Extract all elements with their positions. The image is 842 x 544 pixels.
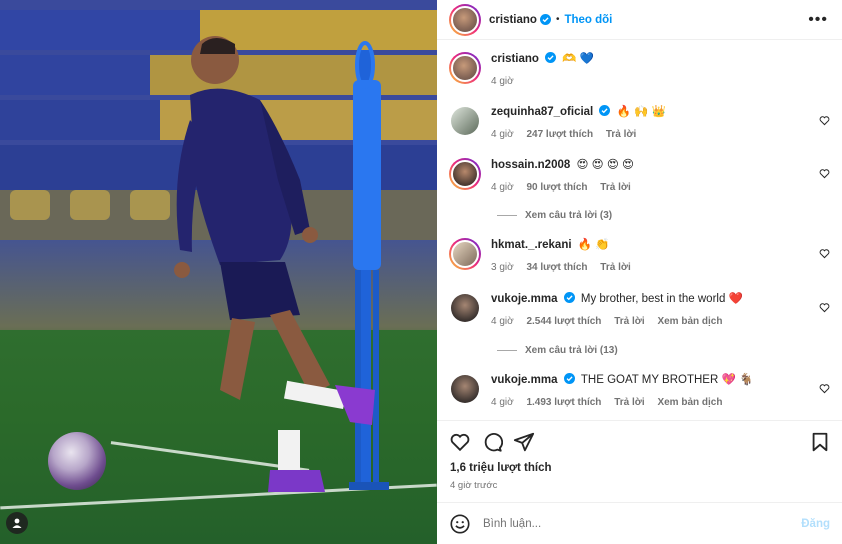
avatar[interactable] [451, 107, 479, 135]
comment: vukoje.mma My brother, best in the world… [449, 292, 830, 327]
verified-icon [539, 14, 551, 25]
avatar[interactable] [451, 54, 479, 82]
comment-likes[interactable]: 34 lượt thích [526, 262, 587, 273]
post-header: cristiano • Theo dõi ••• [437, 0, 842, 40]
heart-icon[interactable] [819, 383, 830, 394]
comment-time[interactable]: 4 giờ [491, 397, 514, 408]
post-photo[interactable] [0, 0, 437, 544]
action-bar [437, 420, 842, 460]
caption-time[interactable]: 4 giờ [491, 76, 514, 87]
caption: cristiano 🫶 💙 4 giờ [449, 52, 830, 87]
reply-button[interactable]: Trả lời [600, 262, 630, 273]
reply-button[interactable]: Trả lời [614, 316, 644, 327]
heart-icon[interactable] [819, 168, 830, 179]
caption-text: 🫶 💙 [562, 53, 595, 65]
bookmark-icon[interactable] [809, 431, 831, 453]
more-options-button[interactable]: ••• [808, 11, 828, 29]
share-icon[interactable] [513, 431, 535, 453]
comment-text: THE GOAT MY BROTHER 💖 🐐 [580, 374, 754, 386]
story-ring[interactable] [449, 3, 481, 36]
tagged-users-button[interactable] [6, 512, 28, 534]
comment-username[interactable]: hossain.n2008 [491, 159, 570, 171]
post-detail-panel: cristiano • Theo dõi ••• cristiano 🫶 💙 4… [437, 0, 842, 544]
heart-icon[interactable] [449, 431, 471, 453]
view-replies-label: Xem câu trả lời (13) [525, 345, 618, 356]
more-horizontal-icon: ••• [808, 11, 828, 28]
verified-icon [599, 105, 611, 116]
comment-username[interactable]: vukoje.mma [491, 293, 557, 305]
separator-dot: • [555, 14, 560, 25]
avatar[interactable] [451, 375, 479, 403]
verified-icon [545, 52, 557, 63]
comment-likes[interactable]: 1.493 lượt thích [526, 397, 601, 408]
comment-text: 😍 😍 😍 😍 [576, 159, 635, 171]
comment-username[interactable]: hkmat._.rekani [491, 239, 572, 251]
football [48, 432, 106, 490]
verified-icon [563, 373, 575, 384]
reply-button[interactable]: Trả lời [614, 397, 644, 408]
avatar[interactable] [451, 294, 479, 322]
heart-icon[interactable] [819, 248, 830, 259]
caption-username[interactable]: cristiano [491, 53, 539, 65]
avatar[interactable] [451, 240, 479, 268]
comment-likes[interactable]: 2.544 lượt thích [526, 316, 601, 327]
comments-list[interactable]: cristiano 🫶 💙 4 giờ zequinha87_oficial 🔥… [437, 41, 842, 420]
story-ring[interactable] [449, 238, 481, 270]
comment-text: 🔥 🙌 👑 [616, 106, 667, 118]
comment: vukoje.mma THE GOAT MY BROTHER 💖 🐐 4 giờ… [449, 373, 830, 408]
comment-username[interactable]: vukoje.mma [491, 374, 557, 386]
follow-button[interactable]: Theo dõi [564, 14, 612, 26]
comment-time[interactable]: 4 giờ [491, 129, 514, 140]
comment-time[interactable]: 3 giờ [491, 262, 514, 273]
comment: hossain.n2008 😍 😍 😍 😍 4 giờ 90 lượt thíc… [449, 158, 830, 193]
view-replies-label: Xem câu trả lời (3) [525, 210, 613, 221]
avatar[interactable] [451, 160, 479, 188]
comment-time[interactable]: 4 giờ [491, 182, 514, 193]
translate-button[interactable]: Xem bản dịch [657, 397, 722, 408]
comment-text: 🔥 👏 [577, 239, 610, 251]
likes-count[interactable]: 1,6 triệu lượt thích [450, 462, 552, 474]
divider [497, 350, 517, 351]
comment: hkmat._.rekani 🔥 👏 3 giờ 34 lượt thích T… [449, 238, 830, 273]
user-icon [12, 518, 22, 528]
post-time[interactable]: 4 giờ trước [450, 480, 497, 491]
comment: zequinha87_oficial 🔥 🙌 👑 4 giờ 247 lượt … [449, 105, 830, 140]
view-replies-button[interactable]: Xem câu trả lời (13) [497, 345, 618, 356]
reply-button[interactable]: Trả lời [600, 182, 630, 193]
comment-likes[interactable]: 90 lượt thích [526, 182, 587, 193]
comment-time[interactable]: 4 giờ [491, 316, 514, 327]
avatar[interactable] [451, 5, 479, 34]
comment-icon[interactable] [481, 431, 503, 453]
author-username[interactable]: cristiano [489, 14, 537, 26]
view-replies-button[interactable]: Xem câu trả lời (3) [497, 210, 612, 221]
comment-input[interactable] [483, 517, 802, 530]
story-ring[interactable] [449, 158, 481, 190]
heart-icon[interactable] [819, 115, 830, 126]
player-figure [174, 36, 375, 492]
verified-icon [563, 292, 575, 303]
divider [497, 215, 517, 216]
comment-username[interactable]: zequinha87_oficial [491, 106, 593, 118]
comment-composer: Đăng [437, 502, 842, 544]
translate-button[interactable]: Xem bản dịch [657, 316, 722, 327]
heart-icon[interactable] [819, 302, 830, 313]
comment-likes[interactable]: 247 lượt thích [526, 129, 593, 140]
post-button[interactable]: Đăng [801, 518, 830, 530]
reply-button[interactable]: Trả lời [606, 129, 636, 140]
story-ring[interactable] [449, 52, 481, 84]
emoji-icon[interactable] [449, 513, 471, 535]
comment-text: My brother, best in the world ❤️ [580, 293, 743, 305]
